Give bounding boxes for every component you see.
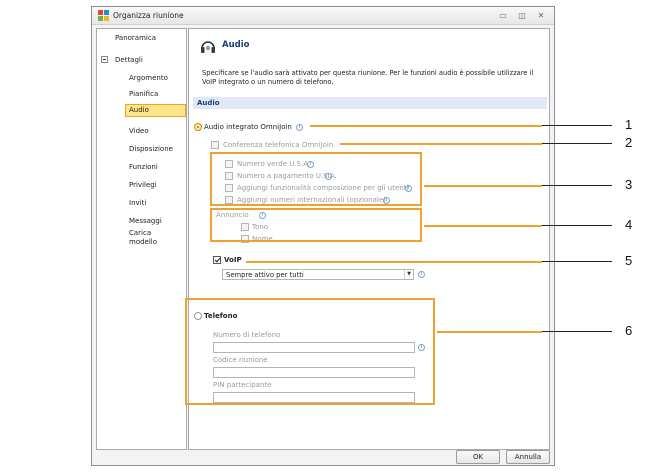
callout-number-5: 5	[625, 253, 633, 268]
nav-item-privilegi[interactable]: Privilegi	[129, 181, 157, 190]
voip-label: VoIP	[224, 256, 242, 264]
nav-item-audio[interactable]: Audio	[125, 104, 186, 117]
callout-number-1: 1	[625, 117, 633, 132]
callout-box-4	[210, 208, 422, 242]
nav-item-panoramica[interactable]: Panoramica	[115, 34, 156, 43]
integrated-audio-radio[interactable]	[194, 123, 202, 131]
conference-label: Conferenza telefonica OmniJoin	[223, 141, 334, 149]
chevron-down-icon[interactable]: ▼	[404, 270, 413, 279]
nav-item-inviti[interactable]: Inviti	[129, 199, 146, 208]
callout-box-6	[185, 298, 435, 405]
voip-checkbox[interactable]	[213, 256, 221, 264]
title-bar: Organizza riunione ▭ ◫ ✕	[92, 7, 554, 25]
window-title: Organizza riunione	[113, 11, 184, 20]
integrated-audio-label: Audio integrato OmniJoin	[204, 123, 292, 131]
callout-line-6	[437, 331, 542, 333]
description-text: Specificare se l'audio sarà attivato per…	[202, 69, 534, 86]
callout-line-2	[340, 143, 542, 145]
callout-box-3	[210, 152, 422, 206]
nav-item-pianifica[interactable]: Pianifica	[129, 90, 158, 99]
maximize-icon[interactable]: ◫	[515, 9, 529, 22]
callout-leader-2	[542, 143, 612, 144]
callout-line-4	[424, 225, 542, 227]
nav-panel: Panoramica Dettagli Argomento Pianifica …	[96, 28, 187, 450]
nav-item-carica-modello[interactable]: Carica modello	[129, 229, 157, 247]
nav-item-dettagli[interactable]: Dettagli	[115, 56, 143, 65]
app-icon	[98, 10, 109, 21]
conference-checkbox[interactable]	[211, 141, 219, 149]
callout-line-1	[310, 125, 542, 127]
callout-line-5	[246, 261, 542, 263]
callout-leader-3	[542, 185, 612, 186]
voip-mode-value: Sempre attivo per tutti	[226, 271, 304, 279]
section-header-audio: Audio	[193, 97, 547, 109]
headset-icon	[201, 41, 215, 53]
nav-item-messaggi[interactable]: Messaggi	[129, 217, 162, 226]
nav-item-argomento[interactable]: Argomento	[129, 74, 168, 83]
callout-number-4: 4	[625, 217, 633, 232]
nav-item-funzioni[interactable]: Funzioni	[129, 163, 158, 172]
callout-number-2: 2	[625, 135, 633, 150]
callout-leader-5	[542, 261, 612, 262]
callout-line-3	[424, 185, 542, 187]
info-icon[interactable]: i	[418, 271, 425, 278]
ok-button[interactable]: OK	[456, 450, 500, 464]
callout-leader-4	[542, 225, 612, 226]
info-icon[interactable]: i	[296, 124, 303, 131]
voip-mode-select[interactable]: Sempre attivo per tutti ▼	[222, 269, 414, 280]
nav-item-video[interactable]: Video	[129, 127, 149, 136]
minimize-icon[interactable]: ▭	[496, 9, 510, 22]
cancel-button[interactable]: Annulla	[506, 450, 550, 464]
nav-item-disposizione[interactable]: Disposizione	[129, 145, 173, 154]
callout-leader-1	[542, 125, 612, 126]
page-title: Audio	[222, 40, 250, 50]
close-icon[interactable]: ✕	[534, 9, 548, 22]
callout-number-3: 3	[625, 177, 633, 192]
callout-number-6: 6	[625, 323, 633, 338]
callout-leader-6	[542, 331, 612, 332]
collapse-icon[interactable]	[101, 56, 108, 63]
